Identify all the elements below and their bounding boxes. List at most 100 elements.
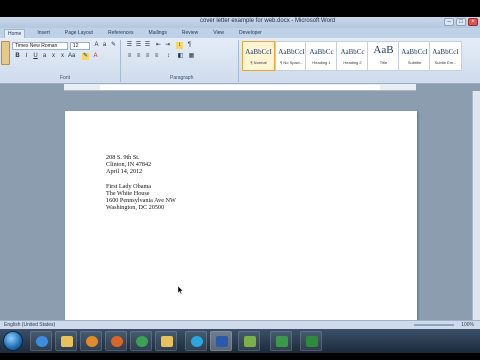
taskbar xyxy=(0,329,480,353)
ruler-text-area xyxy=(100,85,380,90)
tab-view[interactable]: View xyxy=(210,29,227,37)
photos-icon[interactable] xyxy=(238,331,260,351)
numbering-icon[interactable]: ☰ xyxy=(135,42,142,49)
firefox-icon[interactable] xyxy=(105,331,127,351)
align-left-icon[interactable]: ≡ xyxy=(126,53,133,60)
recipient-name: First Lady Obama xyxy=(106,182,152,190)
style-name: Heading 2 xyxy=(343,60,362,65)
horizontal-ruler[interactable] xyxy=(64,84,416,91)
clear-format-icon[interactable]: ✎ xyxy=(110,42,117,49)
style-no-spacing[interactable]: AaBbCcI ¶ No Spaci... xyxy=(275,41,308,71)
style-title[interactable]: AaB Title xyxy=(367,41,400,71)
paste-button[interactable] xyxy=(1,41,10,65)
sort-icon[interactable]: ↕ xyxy=(176,42,183,49)
status-bar: English (United States) 100% xyxy=(0,320,480,329)
tab-developer[interactable]: Developer xyxy=(236,29,265,37)
superscript-icon[interactable]: x xyxy=(59,53,66,60)
tab-home[interactable]: Home xyxy=(4,28,26,38)
vertical-scrollbar[interactable] xyxy=(472,91,480,336)
style-sample: AaBbCcI xyxy=(278,48,305,56)
style-sample: AaBbCcI xyxy=(401,48,428,56)
ribbon-divider xyxy=(120,40,121,82)
style-sample: AaB xyxy=(373,44,394,56)
letter-body[interactable]: 208 S. 9th St. Clinton, IN 47842 April 1… xyxy=(106,154,176,212)
window-title: cover letter example for web.docx - Micr… xyxy=(200,18,336,24)
desktop-screen: cover letter example for web.docx - Micr… xyxy=(0,17,480,353)
style-name: Subtitle xyxy=(407,60,422,65)
justify-icon[interactable]: ≡ xyxy=(153,53,160,60)
align-right-icon[interactable]: ≡ xyxy=(144,53,151,60)
start-button[interactable] xyxy=(3,331,23,351)
style-name: Title xyxy=(379,60,388,65)
style-subtle-emphasis[interactable]: AaBbCcI Subtle Em... xyxy=(429,41,462,71)
tab-page-layout[interactable]: Page Layout xyxy=(62,29,96,37)
camtasia-icon[interactable] xyxy=(270,331,292,351)
folder-icon[interactable] xyxy=(155,331,177,351)
word-icon[interactable] xyxy=(210,331,232,351)
grow-font-icon[interactable]: A xyxy=(93,42,100,49)
style-heading-2[interactable]: AaBbCc Heading 2 xyxy=(336,41,369,71)
ribbon-tabs: Home Insert Page Layout References Maili… xyxy=(0,28,480,38)
font-group-label: Font xyxy=(60,75,71,81)
maximize-button[interactable]: □ xyxy=(456,18,466,26)
document-page[interactable]: 208 S. 9th St. Clinton, IN 47842 April 1… xyxy=(65,111,417,351)
mouse-cursor-icon xyxy=(178,286,183,294)
underline-icon[interactable]: U xyxy=(32,53,39,60)
tab-review[interactable]: Review xyxy=(179,29,201,37)
subscript-icon[interactable]: x xyxy=(50,53,57,60)
font-name-select[interactable]: Times New Roman xyxy=(12,42,68,50)
style-sample: AaBbCc xyxy=(340,48,365,56)
font-color-icon[interactable]: A xyxy=(92,53,99,60)
sender-city-line: Clinton, IN 47842 xyxy=(106,161,152,169)
borders-icon[interactable]: ▦ xyxy=(188,53,195,60)
title-bar: cover letter example for web.docx - Micr… xyxy=(0,17,480,28)
multilevel-list-icon[interactable]: ☰ xyxy=(144,42,151,49)
style-heading-1[interactable]: AaBbCc Heading 1 xyxy=(305,41,338,71)
bullets-icon[interactable]: ☰ xyxy=(126,42,133,49)
style-name: ¶ Normal xyxy=(250,60,267,65)
chrome-icon[interactable] xyxy=(130,331,152,351)
folder-icon[interactable] xyxy=(55,331,77,351)
line-spacing-icon[interactable]: ↕ xyxy=(165,53,172,60)
shrink-font-icon[interactable]: a xyxy=(101,42,108,49)
recipient-street: 1600 Pennsylvania Ave NW xyxy=(106,197,176,205)
excel-icon[interactable] xyxy=(300,331,322,351)
language-status[interactable]: English (United States) xyxy=(4,322,55,328)
show-marks-icon[interactable]: ¶ xyxy=(186,42,193,49)
decrease-indent-icon[interactable]: ⇤ xyxy=(155,42,162,49)
style-sample: AaBbCcI xyxy=(245,48,272,56)
style-subtitle[interactable]: AaBbCcI Subtitle xyxy=(398,41,431,71)
document-area: 208 S. 9th St. Clinton, IN 47842 April 1… xyxy=(0,91,480,351)
bold-icon[interactable]: B xyxy=(14,53,21,60)
zoom-slider[interactable] xyxy=(414,324,454,326)
style-normal[interactable]: AaBbCcI ¶ Normal xyxy=(242,41,275,71)
media-player-icon[interactable] xyxy=(80,331,102,351)
sender-address-line: 208 S. 9th St. xyxy=(106,154,140,161)
font-size-select[interactable]: 12 xyxy=(70,42,90,50)
style-name: Heading 1 xyxy=(312,60,331,65)
recipient-org: The White House xyxy=(106,190,150,197)
zoom-level[interactable]: 100% xyxy=(461,322,474,328)
shading-icon[interactable]: ◧ xyxy=(177,53,184,60)
style-sample: AaBbCc xyxy=(309,48,334,56)
change-case-icon[interactable]: Aa xyxy=(68,53,75,60)
skype-icon[interactable] xyxy=(185,331,207,351)
minimize-button[interactable]: – xyxy=(444,18,454,26)
ribbon-divider xyxy=(238,40,239,82)
ie-icon[interactable] xyxy=(30,331,52,351)
letter-date: April 14, 2012 xyxy=(106,168,143,176)
close-button[interactable]: × xyxy=(468,18,478,26)
highlight-icon[interactable]: ✎ xyxy=(82,53,89,60)
ribbon: Times New Roman 12 A a ✎ B I U a x x Aa … xyxy=(0,38,480,84)
tab-mailings[interactable]: Mailings xyxy=(146,29,170,37)
tab-references[interactable]: References xyxy=(105,29,137,37)
strikethrough-icon[interactable]: a xyxy=(41,53,48,60)
style-sample: AaBbCcI xyxy=(432,48,459,56)
tab-insert[interactable]: Insert xyxy=(34,29,53,37)
recipient-city: Washington, DC 20500 xyxy=(106,204,165,212)
style-name: Subtle Em... xyxy=(434,60,457,65)
increase-indent-icon[interactable]: ⇥ xyxy=(164,42,171,49)
align-center-icon[interactable]: ≡ xyxy=(135,53,142,60)
italic-icon[interactable]: I xyxy=(23,53,30,60)
